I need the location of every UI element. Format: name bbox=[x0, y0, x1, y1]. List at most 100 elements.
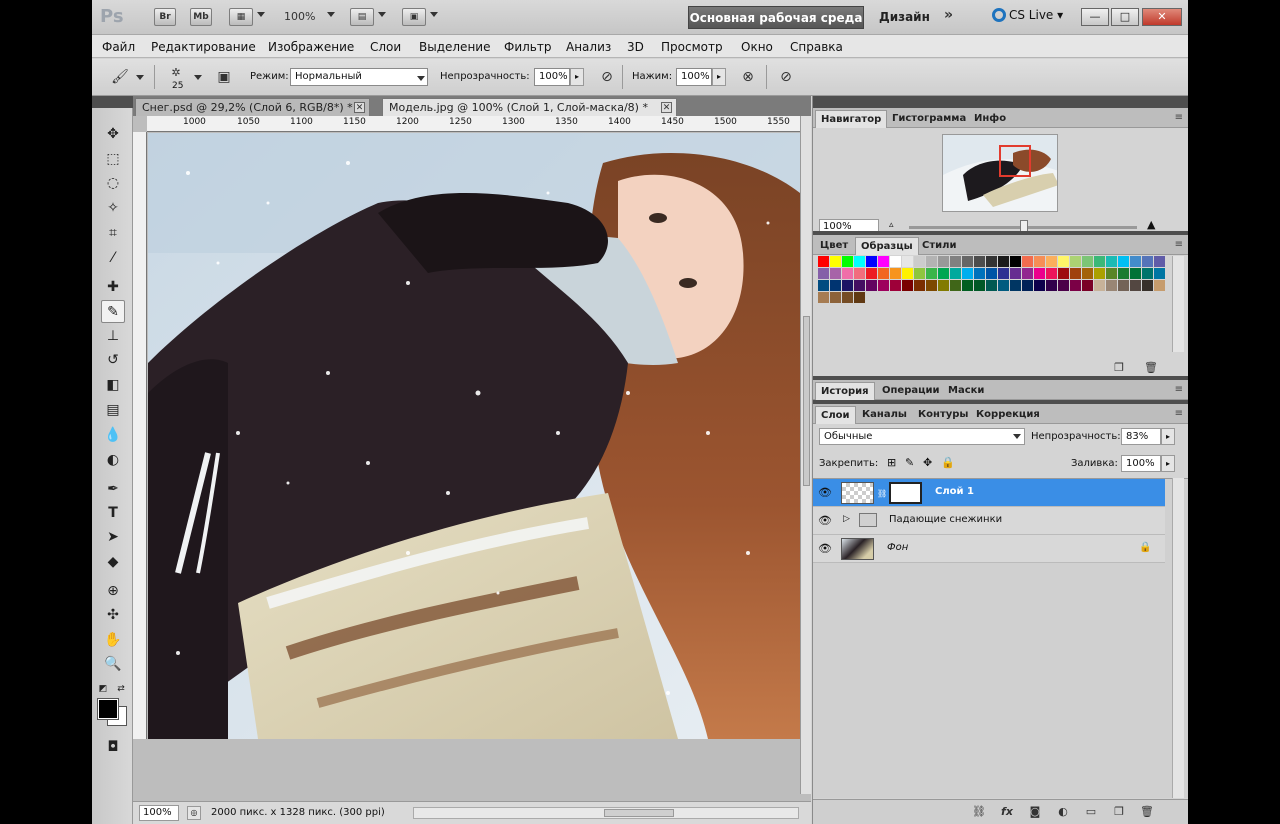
color-swatch[interactable] bbox=[962, 280, 973, 291]
color-swatch[interactable] bbox=[1022, 280, 1033, 291]
color-swatch[interactable] bbox=[1154, 256, 1165, 267]
color-swatch[interactable] bbox=[866, 256, 877, 267]
color-swatch[interactable] bbox=[902, 268, 913, 279]
close-icon[interactable]: ✕ bbox=[354, 102, 365, 113]
maximize-button[interactable]: □ bbox=[1111, 8, 1139, 26]
dodge-tool-icon[interactable]: ◐ bbox=[101, 449, 125, 472]
swap-colors-icon[interactable]: ⇄ bbox=[114, 678, 128, 701]
color-swatch[interactable] bbox=[938, 280, 949, 291]
chevron-down-icon[interactable] bbox=[136, 75, 144, 80]
color-swatch[interactable] bbox=[830, 256, 841, 267]
color-swatch[interactable] bbox=[1142, 256, 1153, 267]
menu-file[interactable]: Файл bbox=[102, 40, 135, 54]
color-swatch[interactable] bbox=[1010, 256, 1021, 267]
color-swatch[interactable] bbox=[1118, 280, 1129, 291]
fill-arrow[interactable]: ▸ bbox=[1161, 455, 1175, 472]
path-selection-tool-icon[interactable]: ➤ bbox=[101, 526, 125, 549]
move-tool-icon[interactable]: ✥ bbox=[101, 123, 125, 146]
panel-grip[interactable] bbox=[813, 96, 1188, 108]
color-swatch[interactable] bbox=[1034, 256, 1045, 267]
eye-icon[interactable]: 👁 bbox=[817, 486, 833, 500]
zoom-tool-icon[interactable]: 🔍 bbox=[101, 653, 125, 676]
layer-thumbnail[interactable] bbox=[841, 538, 874, 560]
color-swatch[interactable] bbox=[1154, 280, 1165, 291]
color-swatch[interactable] bbox=[1058, 280, 1069, 291]
menu-filter[interactable]: Фильтр bbox=[504, 40, 551, 54]
cs-live-button[interactable]: CS Live ▾ bbox=[992, 8, 1063, 22]
color-swatch[interactable] bbox=[1154, 268, 1165, 279]
color-swatch[interactable] bbox=[1118, 256, 1129, 267]
color-swatch[interactable] bbox=[1118, 268, 1129, 279]
color-swatch[interactable] bbox=[854, 292, 865, 303]
color-swatch[interactable] bbox=[998, 268, 1009, 279]
color-swatch[interactable] bbox=[1130, 256, 1141, 267]
menu-help[interactable]: Справка bbox=[790, 40, 843, 54]
color-swatch[interactable] bbox=[1094, 280, 1105, 291]
color-swatch[interactable] bbox=[1022, 256, 1033, 267]
panel-menu-icon[interactable]: ≡ bbox=[1175, 239, 1183, 250]
eyedropper-tool-icon[interactable]: ⁄ bbox=[101, 247, 125, 270]
layer-mask-thumbnail[interactable] bbox=[889, 482, 922, 504]
menu-3d[interactable]: 3D bbox=[627, 40, 644, 54]
tab-adjustments[interactable]: Коррекция bbox=[971, 406, 1045, 424]
navigator-view-box[interactable] bbox=[999, 145, 1031, 177]
color-swatch[interactable] bbox=[842, 292, 853, 303]
brush-panel-toggle-icon[interactable]: ▣ bbox=[214, 67, 234, 87]
pen-tool-icon[interactable]: ✒ bbox=[101, 478, 125, 501]
crop-tool-icon[interactable]: ⌗ bbox=[101, 222, 125, 245]
eye-icon[interactable]: 👁 bbox=[817, 542, 833, 556]
tab-histogram[interactable]: Гистограмма bbox=[887, 110, 971, 128]
color-swatch[interactable] bbox=[830, 268, 841, 279]
lock-position-icon[interactable]: ✥ bbox=[923, 456, 932, 469]
opacity-input[interactable]: 100% bbox=[534, 68, 570, 86]
color-swatch[interactable] bbox=[950, 256, 961, 267]
color-swatch[interactable] bbox=[890, 268, 901, 279]
lock-all-icon[interactable]: 🔒 bbox=[941, 456, 955, 469]
history-brush-tool-icon[interactable]: ↺ bbox=[101, 349, 125, 372]
color-swatch[interactable] bbox=[830, 292, 841, 303]
color-swatch[interactable] bbox=[986, 256, 997, 267]
color-swatch[interactable] bbox=[890, 280, 901, 291]
tab-navigator[interactable]: Навигатор bbox=[815, 110, 888, 128]
color-swatch[interactable] bbox=[902, 280, 913, 291]
color-swatch[interactable] bbox=[854, 268, 865, 279]
vertical-scrollbar[interactable] bbox=[800, 116, 811, 794]
tab-masks[interactable]: Маски bbox=[943, 382, 989, 400]
menu-analysis[interactable]: Анализ bbox=[566, 40, 611, 54]
menu-edit[interactable]: Редактирование bbox=[151, 40, 256, 54]
color-swatch[interactable] bbox=[914, 280, 925, 291]
view-extras-button[interactable]: ▦ bbox=[229, 8, 253, 26]
tab-model-jpg[interactable]: Модель.jpg @ 100% (Слой 1, Слой-маска/8)… bbox=[382, 98, 677, 116]
fill-input[interactable]: 100% bbox=[1121, 455, 1161, 472]
close-icon[interactable]: ✕ bbox=[661, 102, 672, 113]
chevron-down-icon[interactable] bbox=[194, 75, 202, 80]
tab-paths[interactable]: Контуры bbox=[913, 406, 973, 424]
chevron-down-icon[interactable] bbox=[327, 12, 335, 17]
color-swatch[interactable] bbox=[1010, 268, 1021, 279]
color-swatch[interactable] bbox=[1106, 256, 1117, 267]
adjustment-layer-icon[interactable]: ◐ bbox=[1055, 804, 1071, 820]
color-swatch[interactable] bbox=[890, 256, 901, 267]
color-swatch[interactable] bbox=[842, 256, 853, 267]
panel-grip[interactable] bbox=[92, 96, 133, 108]
gradient-tool-icon[interactable]: ▤ bbox=[101, 399, 125, 422]
color-swatch[interactable] bbox=[1058, 268, 1069, 279]
color-swatch[interactable] bbox=[866, 280, 877, 291]
tab-channels[interactable]: Каналы bbox=[857, 406, 912, 424]
tab-actions[interactable]: Операции bbox=[877, 382, 945, 400]
color-swatch[interactable] bbox=[1046, 268, 1057, 279]
airbrush-icon[interactable]: ⊗ bbox=[738, 67, 758, 87]
marquee-tool-icon[interactable]: ⬚ bbox=[101, 148, 125, 171]
expand-arrow-icon[interactable]: ▷ bbox=[843, 514, 850, 524]
opacity-slider-arrow[interactable]: ▸ bbox=[570, 68, 584, 86]
chevron-down-icon[interactable] bbox=[257, 12, 265, 17]
layer-thumbnail[interactable] bbox=[841, 482, 874, 504]
color-swatch[interactable] bbox=[938, 256, 949, 267]
color-swatch[interactable] bbox=[998, 280, 1009, 291]
workspace-design-button[interactable]: Дизайн bbox=[879, 10, 930, 24]
pressure-size-icon[interactable]: ⊘ bbox=[776, 67, 796, 87]
status-zoom-input[interactable]: 100% bbox=[139, 805, 179, 821]
brush-tip-icon[interactable]: ✲ bbox=[166, 63, 186, 83]
color-swatch[interactable] bbox=[1130, 280, 1141, 291]
scrollbar-thumb[interactable] bbox=[803, 316, 810, 486]
